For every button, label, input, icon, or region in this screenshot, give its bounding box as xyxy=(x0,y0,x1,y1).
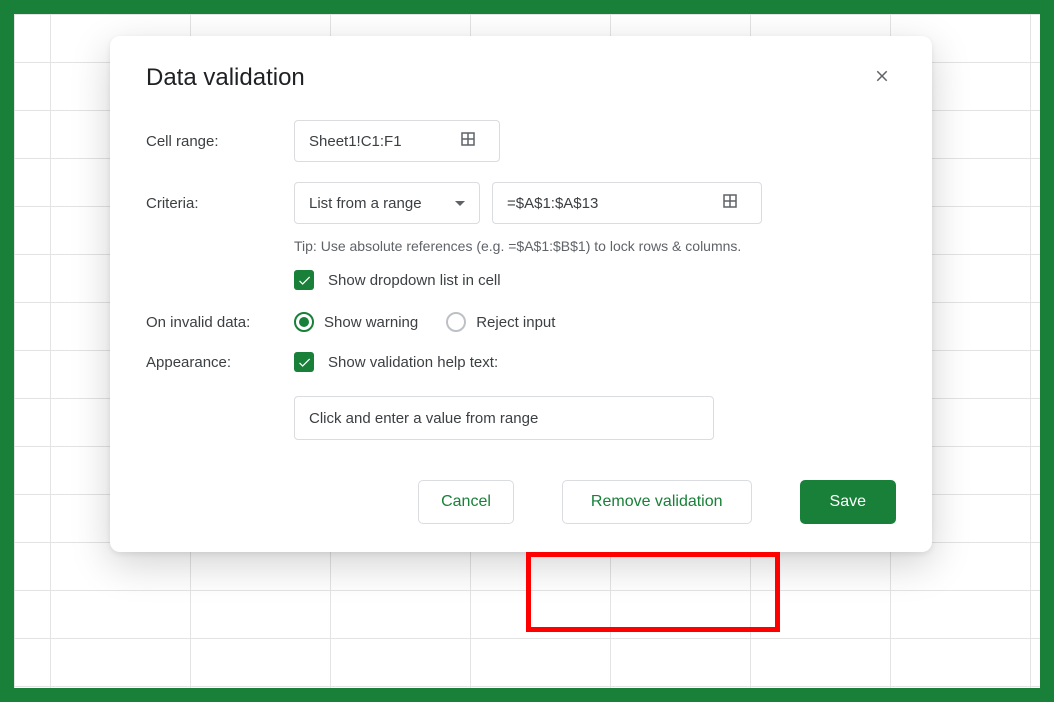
spreadsheet-cell[interactable] xyxy=(14,206,51,255)
spreadsheet-cell[interactable] xyxy=(1030,686,1040,688)
spreadsheet-cell[interactable] xyxy=(1030,14,1040,63)
spreadsheet-cell[interactable] xyxy=(14,350,51,399)
spreadsheet-cell[interactable] xyxy=(890,638,1031,687)
show-dropdown-label: Show dropdown list in cell xyxy=(328,272,501,289)
spreadsheet-cell[interactable] xyxy=(330,638,471,687)
remove-validation-button[interactable]: Remove validation xyxy=(562,480,752,524)
dialog-title: Data validation xyxy=(146,64,305,92)
spreadsheet-cell[interactable] xyxy=(14,638,51,687)
radio-reject-input-label: Reject input xyxy=(476,314,555,331)
criteria-tip: Tip: Use absolute references (e.g. =$A$1… xyxy=(294,238,896,254)
grid-select-icon[interactable] xyxy=(721,192,739,215)
cell-range-input-wrap[interactable] xyxy=(294,120,500,162)
spreadsheet-cell[interactable] xyxy=(1030,398,1040,447)
radio-show-warning[interactable]: Show warning xyxy=(294,312,418,332)
spreadsheet-cell[interactable] xyxy=(1030,494,1040,543)
spreadsheet-cell[interactable] xyxy=(50,638,191,687)
spreadsheet-cell[interactable] xyxy=(1030,590,1040,639)
spreadsheet-cell[interactable] xyxy=(14,302,51,351)
data-validation-dialog: Data validation Cell range: Criteri xyxy=(110,36,932,552)
spreadsheet-cell[interactable] xyxy=(50,590,191,639)
spreadsheet-cell[interactable] xyxy=(14,686,51,688)
spreadsheet-cell[interactable] xyxy=(610,638,751,687)
spreadsheet-cell[interactable] xyxy=(890,686,1031,688)
spreadsheet-cell[interactable] xyxy=(1030,158,1040,207)
spreadsheet-cell[interactable] xyxy=(470,686,611,688)
spreadsheet-cell[interactable] xyxy=(1030,254,1040,303)
spreadsheet-cell[interactable] xyxy=(1030,446,1040,495)
radio-icon-unselected xyxy=(446,312,466,332)
spreadsheet-cell[interactable] xyxy=(890,590,1031,639)
cell-range-input[interactable] xyxy=(309,133,459,150)
radio-icon-selected xyxy=(294,312,314,332)
criteria-range-input-wrap[interactable] xyxy=(492,182,762,224)
spreadsheet-cell[interactable] xyxy=(14,446,51,495)
spreadsheet-cell[interactable] xyxy=(50,686,191,688)
close-icon xyxy=(873,67,891,90)
dialog-buttons: Cancel Remove validation Save xyxy=(146,480,896,524)
criteria-range-input[interactable] xyxy=(507,195,721,212)
spreadsheet-cell[interactable] xyxy=(14,398,51,447)
appearance-row: Appearance: Show validation help text: xyxy=(146,352,896,372)
close-button[interactable] xyxy=(868,64,896,92)
criteria-label: Criteria: xyxy=(146,195,294,212)
spreadsheet-cell[interactable] xyxy=(190,686,331,688)
show-dropdown-checkbox[interactable] xyxy=(294,270,314,290)
spreadsheet-cell[interactable] xyxy=(1030,638,1040,687)
spreadsheet-cell[interactable] xyxy=(1030,206,1040,255)
spreadsheet-cell[interactable] xyxy=(750,686,891,688)
chevron-down-icon xyxy=(455,201,465,206)
appearance-checkbox-label: Show validation help text: xyxy=(328,354,498,371)
criteria-select-value: List from a range xyxy=(309,195,422,212)
criteria-row: Criteria: List from a range xyxy=(146,182,896,224)
spreadsheet-cell[interactable] xyxy=(14,542,51,591)
spreadsheet-cell[interactable] xyxy=(14,62,51,111)
highlight-box xyxy=(526,552,780,632)
spreadsheet-cell[interactable] xyxy=(1030,542,1040,591)
spreadsheet-cell[interactable] xyxy=(190,590,331,639)
radio-reject-input[interactable]: Reject input xyxy=(446,312,555,332)
on-invalid-label: On invalid data: xyxy=(146,314,294,331)
spreadsheet-cell[interactable] xyxy=(14,494,51,543)
spreadsheet-cell[interactable] xyxy=(14,158,51,207)
spreadsheet-cell[interactable] xyxy=(750,638,891,687)
spreadsheet-cell[interactable] xyxy=(1030,62,1040,111)
spreadsheet-cell[interactable] xyxy=(14,254,51,303)
spreadsheet-cell[interactable] xyxy=(1030,302,1040,351)
spreadsheet-cell[interactable] xyxy=(14,590,51,639)
grid-select-icon[interactable] xyxy=(459,130,477,153)
cancel-button[interactable]: Cancel xyxy=(418,480,514,524)
spreadsheet-cell[interactable] xyxy=(330,686,471,688)
cell-range-row: Cell range: xyxy=(146,120,896,162)
appearance-checkbox[interactable] xyxy=(294,352,314,372)
spreadsheet-cell[interactable] xyxy=(330,590,471,639)
appearance-label: Appearance: xyxy=(146,354,294,371)
spreadsheet-background: // dynamically add some background cells… xyxy=(14,14,1040,688)
on-invalid-row: On invalid data: Show warning Reject inp… xyxy=(146,312,896,332)
radio-show-warning-label: Show warning xyxy=(324,314,418,331)
dialog-header: Data validation xyxy=(146,64,896,92)
spreadsheet-cell[interactable] xyxy=(190,638,331,687)
helptext-input[interactable] xyxy=(294,396,714,440)
criteria-select[interactable]: List from a range xyxy=(294,182,480,224)
show-dropdown-row: Show dropdown list in cell xyxy=(294,270,896,290)
spreadsheet-cell[interactable] xyxy=(470,638,611,687)
spreadsheet-cell[interactable] xyxy=(14,14,51,63)
save-button[interactable]: Save xyxy=(800,480,896,524)
cell-range-label: Cell range: xyxy=(146,133,294,150)
spreadsheet-cell[interactable] xyxy=(1030,110,1040,159)
spreadsheet-cell[interactable] xyxy=(610,686,751,688)
spreadsheet-cell[interactable] xyxy=(1030,350,1040,399)
spreadsheet-cell[interactable] xyxy=(14,110,51,159)
